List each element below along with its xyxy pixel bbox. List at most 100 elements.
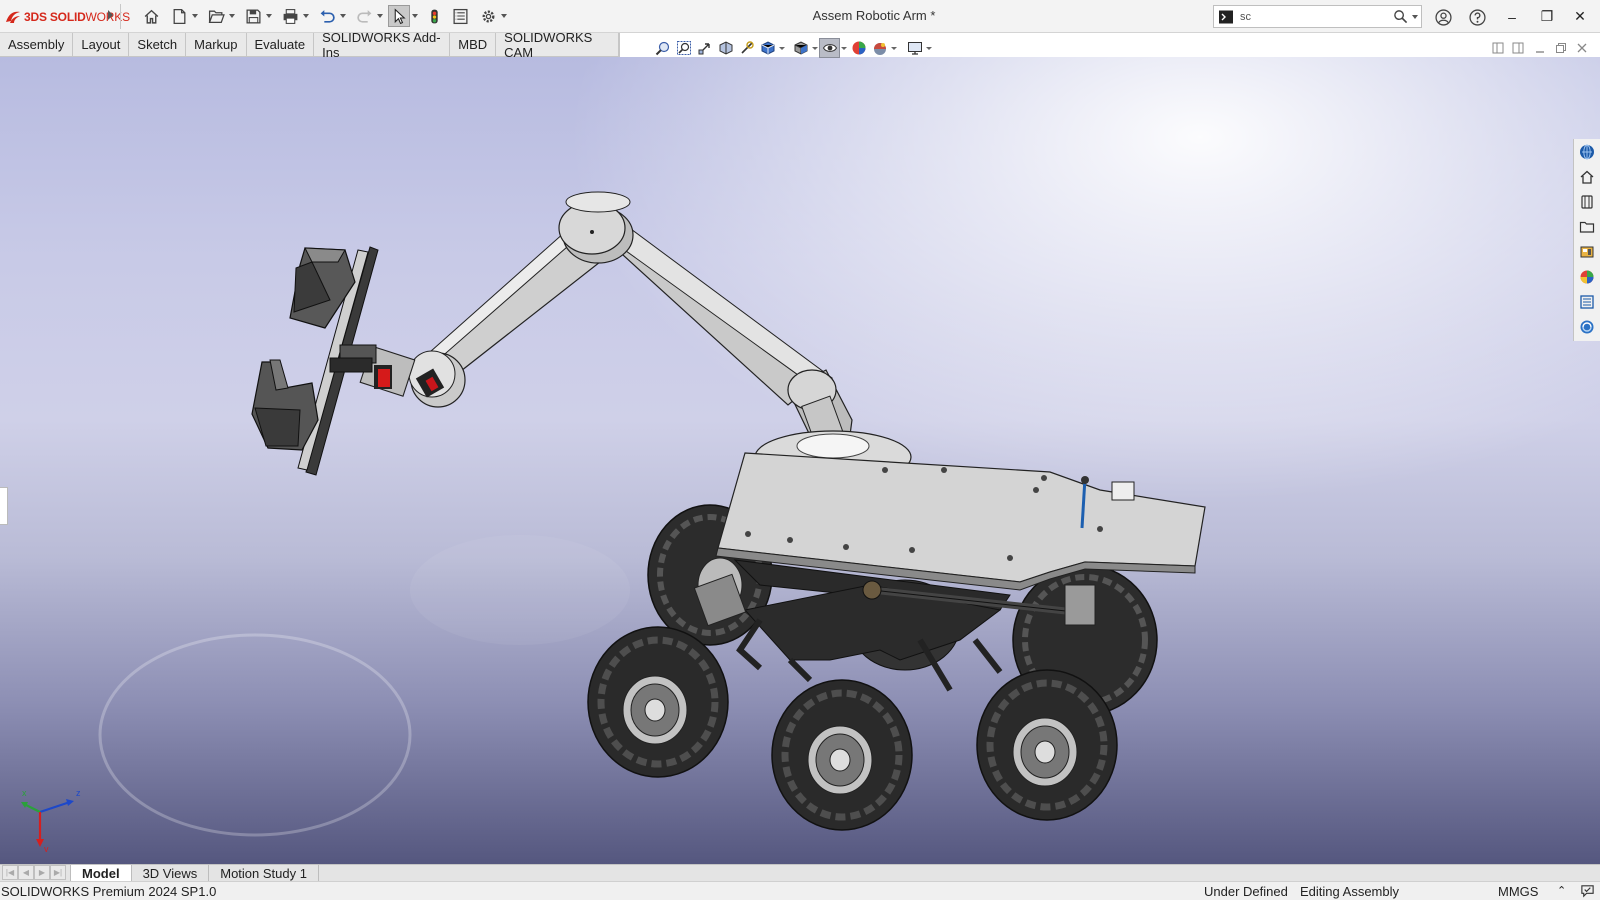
rebuild-status-icon[interactable] [1580,883,1595,901]
file-properties-icon[interactable] [449,5,471,27]
elbow-joint [558,191,634,264]
undo-dropdown[interactable] [338,5,347,27]
save-icon[interactable] [242,5,264,27]
apply-scene-dropdown[interactable] [890,38,898,58]
product-version: SOLIDWORKS Premium 2024 SP1.0 [1,884,217,899]
open-icon[interactable] [205,5,227,27]
unit-system-arrow-icon[interactable]: ⌃ [1557,884,1566,897]
undo-icon[interactable] [316,5,338,27]
document-close-icon[interactable] [1572,40,1592,56]
first-tab-icon[interactable]: |◀ [2,865,18,880]
tile-right-icon[interactable] [1508,40,1528,56]
search-dropdown[interactable] [1409,6,1421,27]
view-palette-icon[interactable] [1574,239,1600,264]
view-settings-icon[interactable] [904,38,925,58]
tab-3d-views[interactable]: 3D Views [132,865,210,881]
select-icon[interactable] [388,5,410,27]
command-search-icon[interactable] [1214,6,1238,27]
view-settings-dropdown[interactable] [925,38,933,58]
custom-properties-icon[interactable] [1574,289,1600,314]
open-dropdown[interactable] [227,5,236,27]
previous-view-icon[interactable] [694,38,715,58]
search-icon[interactable] [1391,8,1409,26]
view-orientation-dropdown[interactable] [778,38,786,58]
document-title: Assem Robotic Arm * [812,8,936,23]
menu-expand-arrow-icon[interactable] [108,10,113,20]
display-style-icon[interactable] [790,38,811,58]
graphics-area[interactable]: z x y [0,57,1600,864]
next-tab-icon[interactable]: ▶ [34,865,50,880]
tab-motion-study-1[interactable]: Motion Study 1 [209,865,319,881]
print-icon[interactable] [279,5,301,27]
section-view-icon[interactable] [715,38,736,58]
triad-y-label: y [44,844,49,852]
rebuild-icon[interactable] [423,5,445,27]
feature-manager-expand-handle[interactable] [0,487,8,525]
appearances-icon[interactable] [1574,264,1600,289]
hide-show-items-dropdown[interactable] [840,38,848,58]
redo-dropdown[interactable] [375,5,384,27]
command-manager-tabs: Assembly Layout Sketch Markup Evaluate S… [0,30,620,60]
options-icon[interactable] [477,5,499,27]
redo-icon[interactable] [353,5,375,27]
tab-mbd[interactable]: MBD [450,33,497,56]
options-dropdown[interactable] [499,5,508,27]
user-account-icon[interactable] [1432,6,1454,28]
tab-layout[interactable]: Layout [73,33,130,56]
wheel-front-left [587,626,729,778]
editing-mode: Editing Assembly [1300,884,1399,899]
restore-button[interactable]: ❐ [1530,0,1564,33]
brand-name: 3DS SOLIDWORKS [24,10,130,24]
document-restore-icon[interactable] [1551,40,1571,56]
ds-logo-icon [6,11,20,23]
wheel-front-center [771,679,913,831]
robotic-arm-assembly-model[interactable] [0,57,1600,864]
tile-left-icon[interactable] [1488,40,1508,56]
tab-sketch[interactable]: Sketch [129,33,187,56]
tab-solidworks-cam[interactable]: SOLIDWORKS CAM [496,30,619,60]
new-document-icon[interactable] [168,5,190,27]
search-box[interactable] [1213,5,1422,28]
design-library-icon[interactable] [1574,189,1600,214]
file-explorer-icon[interactable] [1574,214,1600,239]
minimize-button[interactable]: – [1495,0,1529,33]
home-icon[interactable] [1574,164,1600,189]
status-bar: SOLIDWORKS Premium 2024 SP1.0 Under Defi… [0,881,1600,900]
dynamic-annotation-views-icon[interactable] [736,38,757,58]
bottom-tab-bar: |◀ ◀ ▶ ▶| Model 3D Views Motion Study 1 [0,864,1600,881]
forum-icon[interactable] [1574,314,1600,339]
tab-scroll-arrows: |◀ ◀ ▶ ▶| [2,865,66,881]
zoom-to-fit-icon[interactable] [652,38,673,58]
hide-show-items-icon[interactable] [819,38,840,58]
save-dropdown[interactable] [264,5,273,27]
tab-assembly[interactable]: Assembly [0,33,74,56]
help-icon[interactable] [1466,6,1488,28]
home-icon[interactable] [140,5,162,27]
last-tab-icon[interactable]: ▶| [50,865,66,880]
display-style-dropdown[interactable] [811,38,819,58]
coordinate-triad: z x y [21,788,81,852]
tab-markup[interactable]: Markup [186,33,247,56]
new-document-dropdown[interactable] [190,5,199,27]
definition-status: Under Defined [1204,884,1288,899]
divider [120,4,121,29]
tab-model[interactable]: Model [70,865,132,881]
document-minimize-icon[interactable] [1530,40,1550,56]
solidworks-resources-icon[interactable] [1574,139,1600,164]
tab-solidworks-add-ins[interactable]: SOLIDWORKS Add-Ins [314,30,451,60]
select-dropdown[interactable] [410,5,419,27]
close-button[interactable]: ✕ [1563,0,1597,33]
task-pane [1573,139,1600,341]
triad-x-label: x [22,788,27,798]
view-orientation-icon[interactable] [757,38,778,58]
unit-system[interactable]: MMGS [1498,884,1538,899]
edit-appearance-icon[interactable] [848,38,869,58]
print-dropdown[interactable] [301,5,310,27]
search-input[interactable] [1238,7,1382,26]
tab-evaluate[interactable]: Evaluate [247,33,315,56]
wheel-front-right [976,669,1118,821]
apply-scene-icon[interactable] [869,38,890,58]
zoom-to-area-icon[interactable] [673,38,694,58]
triad-z-label: z [76,788,81,798]
previous-tab-icon[interactable]: ◀ [18,865,34,880]
